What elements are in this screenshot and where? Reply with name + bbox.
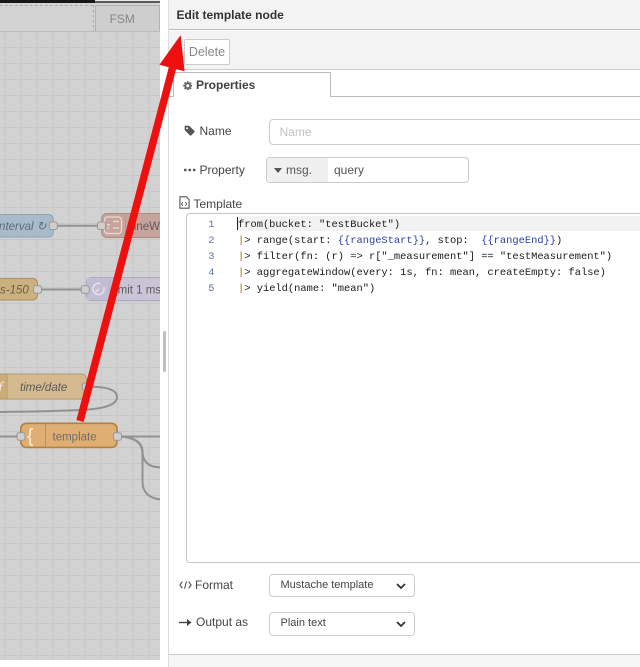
svg-text:time/date: time/date xyxy=(20,382,67,394)
svg-text:s-150: s-150 xyxy=(0,285,29,297)
svg-text:sineWave: sineWave xyxy=(128,221,161,233)
svg-text:limit 1 ms: limit 1 ms xyxy=(113,285,162,297)
svg-text:interval ↻: interval ↻ xyxy=(0,221,47,233)
svg-text:{: { xyxy=(27,426,34,447)
svg-text:template: template xyxy=(53,432,97,444)
